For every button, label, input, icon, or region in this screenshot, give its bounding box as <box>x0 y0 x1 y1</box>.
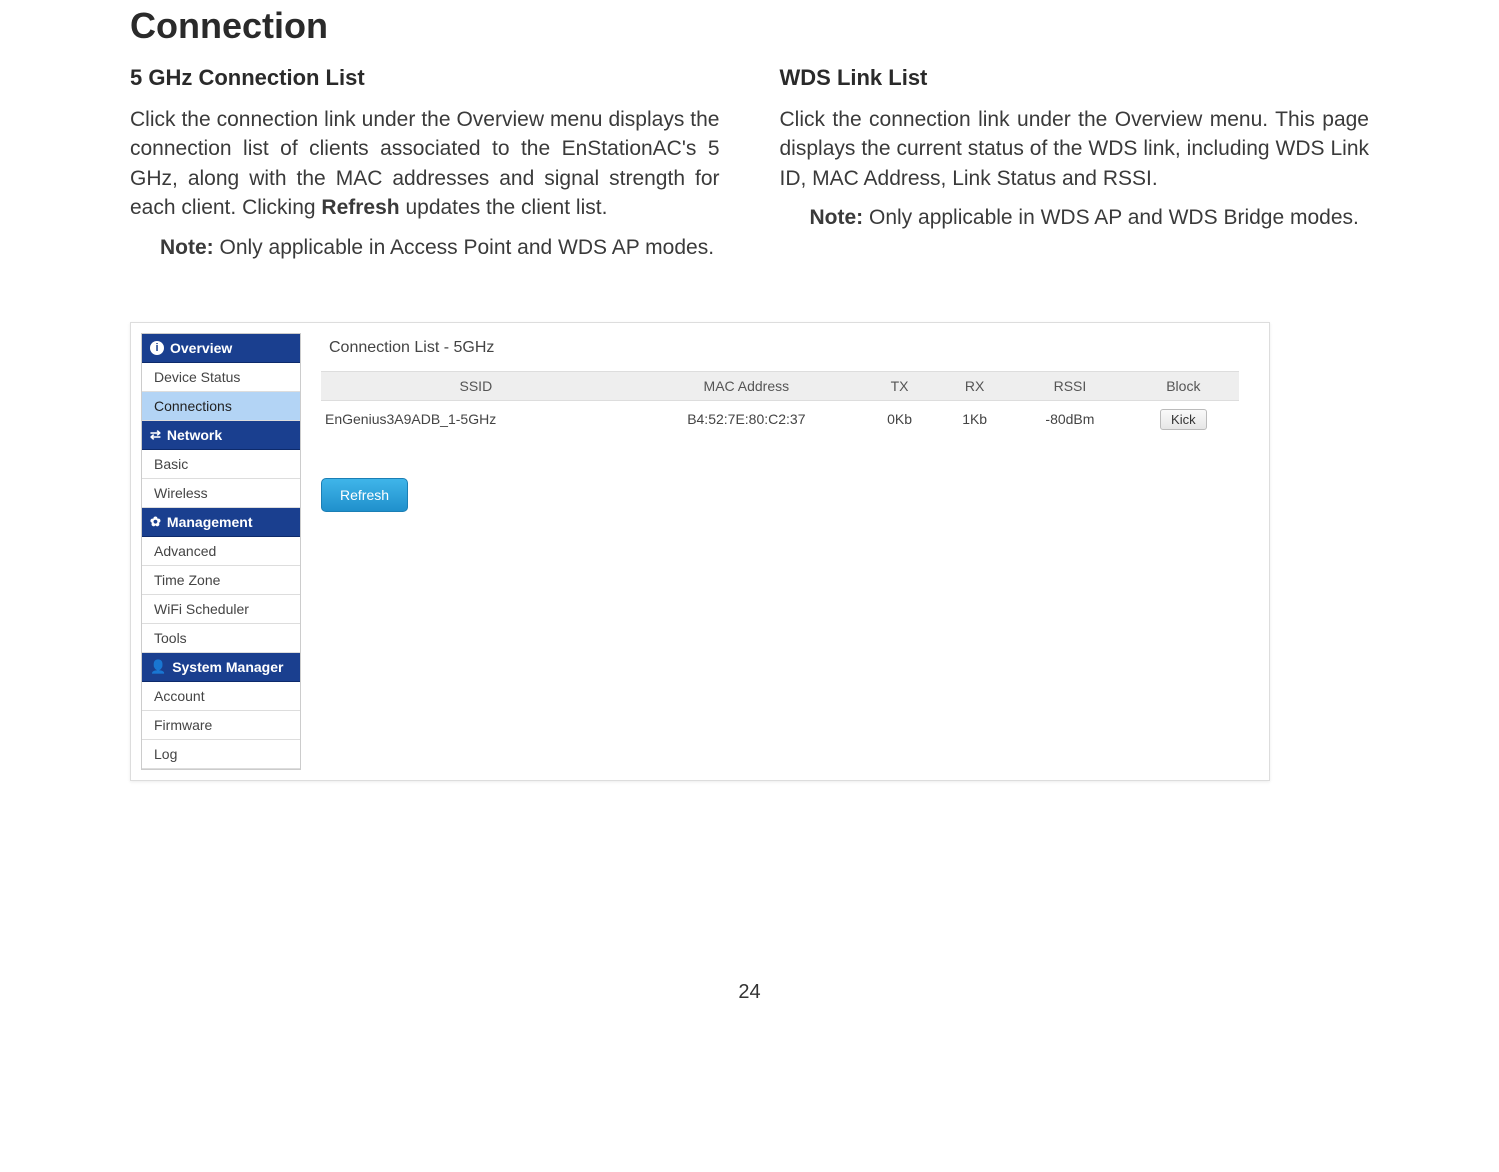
gear-icon: ✿ <box>150 514 161 530</box>
cell-ssid: EnGenius3A9ADB_1-5GHz <box>321 400 631 438</box>
connection-table: SSID MAC Address TX RX RSSI Block EnGeni… <box>321 371 1239 438</box>
cell-block: Kick <box>1128 400 1239 438</box>
note-label: Note: <box>160 236 214 259</box>
sidebar: i Overview Device Status Connections ⇄ N… <box>141 333 301 770</box>
refresh-word: Refresh <box>321 196 399 219</box>
note-label: Note: <box>810 206 864 229</box>
sidebar-header-network[interactable]: ⇄ Network <box>142 421 300 450</box>
right-note: Note: Only applicable in WDS AP and WDS … <box>780 203 1370 232</box>
right-body-text: Click the connection link under the Over… <box>780 105 1370 193</box>
left-column: 5 GHz Connection List Click the connecti… <box>130 65 720 262</box>
info-icon: i <box>150 341 164 355</box>
sidebar-item-log[interactable]: Log <box>142 740 300 769</box>
sidebar-header-label: Overview <box>170 340 232 356</box>
sidebar-item-tools[interactable]: Tools <box>142 624 300 653</box>
col-tx: TX <box>862 371 937 400</box>
cell-mac: B4:52:7E:80:C2:37 <box>631 400 862 438</box>
col-mac: MAC Address <box>631 371 862 400</box>
sidebar-header-label: Network <box>167 427 222 443</box>
admin-screenshot: i Overview Device Status Connections ⇄ N… <box>130 322 1270 781</box>
refresh-button[interactable]: Refresh <box>321 478 408 512</box>
sidebar-item-account[interactable]: Account <box>142 682 300 711</box>
sidebar-item-timezone[interactable]: Time Zone <box>142 566 300 595</box>
note-text: Only applicable in Access Point and WDS … <box>214 236 714 259</box>
kick-button[interactable]: Kick <box>1160 409 1207 430</box>
left-body-post: updates the client list. <box>400 196 608 219</box>
page-number: 24 <box>130 981 1369 1004</box>
cell-tx: 0Kb <box>862 400 937 438</box>
sidebar-header-overview[interactable]: i Overview <box>142 334 300 363</box>
col-block: Block <box>1128 371 1239 400</box>
sidebar-header-management[interactable]: ✿ Management <box>142 508 300 537</box>
user-icon: 👤 <box>150 659 166 675</box>
sidebar-header-label: Management <box>167 514 253 530</box>
right-column: WDS Link List Click the connection link … <box>780 65 1370 262</box>
section-heading-5ghz: 5 GHz Connection List <box>130 65 720 91</box>
sidebar-item-connections[interactable]: Connections <box>142 392 300 421</box>
sidebar-item-basic[interactable]: Basic <box>142 450 300 479</box>
col-rx: RX <box>937 371 1012 400</box>
network-icon: ⇄ <box>150 427 161 443</box>
sidebar-header-system-manager[interactable]: 👤 System Manager <box>142 653 300 682</box>
col-ssid: SSID <box>321 371 631 400</box>
sidebar-item-advanced[interactable]: Advanced <box>142 537 300 566</box>
main-panel: Connection List - 5GHz SSID MAC Address … <box>301 333 1259 518</box>
left-body-text: Click the connection link under the Over… <box>130 105 720 223</box>
col-rssi: RSSI <box>1012 371 1127 400</box>
sidebar-item-wireless[interactable]: Wireless <box>142 479 300 508</box>
panel-title: Connection List - 5GHz <box>329 339 1239 357</box>
page-title: Connection <box>130 5 1369 47</box>
cell-rx: 1Kb <box>937 400 1012 438</box>
table-row: EnGenius3A9ADB_1-5GHz B4:52:7E:80:C2:37 … <box>321 400 1239 438</box>
note-text: Only applicable in WDS AP and WDS Bridge… <box>863 206 1359 229</box>
sidebar-item-firmware[interactable]: Firmware <box>142 711 300 740</box>
section-heading-wds: WDS Link List <box>780 65 1370 91</box>
left-note: Note: Only applicable in Access Point an… <box>130 233 720 262</box>
doc-columns: 5 GHz Connection List Click the connecti… <box>130 65 1369 262</box>
sidebar-item-device-status[interactable]: Device Status <box>142 363 300 392</box>
sidebar-header-label: System Manager <box>172 659 283 675</box>
sidebar-item-wifi-scheduler[interactable]: WiFi Scheduler <box>142 595 300 624</box>
cell-rssi: -80dBm <box>1012 400 1127 438</box>
